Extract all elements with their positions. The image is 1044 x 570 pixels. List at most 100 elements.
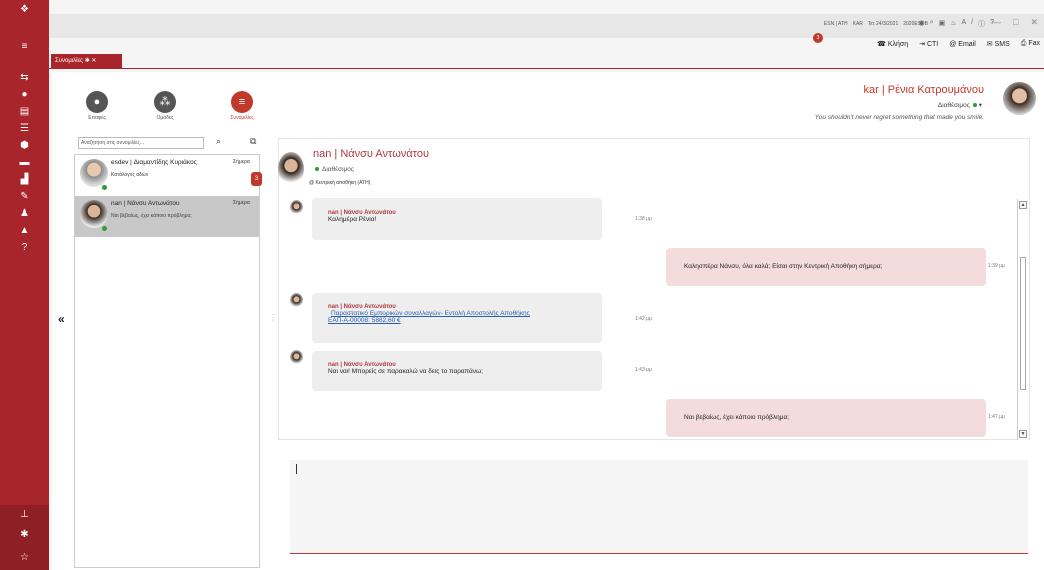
message-bubble: Ναι βεβαίως, έχει κάποιο πρόβλημα; (666, 399, 986, 437)
people-icon[interactable]: ♟ (0, 206, 49, 222)
session-info: ESN | ATH KAR Τετ 24/3/2021 2020ESDB (824, 21, 928, 27)
message-text: Ναι ναι! Μπορείς σε παρακαλώ να δεις το … (328, 368, 483, 375)
eye-icon[interactable]: ◉ (919, 19, 925, 29)
message-text: Καλημέρα Ρένια! (328, 216, 377, 223)
unread-badge: 3 (251, 172, 262, 186)
user-code: KAR (852, 21, 863, 27)
message-time: 1:38 μμ (635, 216, 652, 222)
cti-label: CTI (926, 41, 939, 48)
message-input[interactable] (290, 460, 1028, 554)
avatar (80, 159, 108, 187)
document-link[interactable]: Παραστατικό Εμπορικών συναλλαγών- Εντολή… (331, 310, 602, 317)
conversations-toggle[interactable]: ≡ Συνομιλίες (222, 91, 262, 121)
current-user-status[interactable]: Διαθέσιμος ▾ (938, 101, 982, 109)
tab-close-icon[interactable]: ✕ (91, 58, 96, 64)
top-bar: ESN | ATH KAR Τετ 24/3/2021 2020ESDB ◉ ⌕… (49, 14, 1044, 38)
chat-contact-status: Διαθέσιμος (315, 166, 354, 173)
current-user-name: kar | Ρένια Κατρουμάνου (863, 84, 984, 96)
cti-button[interactable]: ⇥ CTI (919, 40, 938, 48)
scroll-down-icon[interactable]: ▼ (1019, 430, 1027, 438)
scroll-up-icon[interactable]: ▲ (1019, 201, 1027, 209)
new-chat-icon[interactable]: ⧉ (250, 136, 256, 147)
chat-icon: ≡ (231, 91, 253, 113)
call-button[interactable]: ☎ Κλήση (877, 40, 908, 48)
edit-icon[interactable]: ✎ (0, 189, 49, 205)
message-avatar (290, 200, 303, 215)
call-label: Κλήση (887, 41, 909, 48)
maximize-icon[interactable]: □ (1013, 17, 1018, 28)
contact-icon: ● (86, 91, 108, 113)
app-logo-icon: ❖ (20, 4, 29, 15)
chat-scrollbar[interactable]: ▲ ▼ (1017, 199, 1028, 440)
collapse-panel-icon[interactable]: « (58, 312, 65, 326)
action-bar: ☎ Κλήση ⇥ CTI @ Email ✉ SMS ⎙ Fax (877, 38, 1044, 50)
message-text: Ναι βεβαίως, έχει κάποιο πρόβλημα; (684, 414, 790, 421)
message-bubble: nan | Νάνσυ Αντωνάτου Παραστατικό Εμπορι… (312, 293, 602, 343)
box-icon[interactable]: ⬢ (0, 138, 49, 154)
truck-icon[interactable]: ▬ (0, 155, 49, 171)
document-icon[interactable]: ▤ (0, 104, 49, 120)
fire-icon[interactable]: ♨ (950, 19, 956, 29)
online-indicator (102, 226, 107, 231)
stack-icon[interactable]: ☰ (0, 121, 49, 137)
handshake-icon[interactable]: ⇆ (0, 70, 49, 86)
conversation-item[interactable]: esdev | Διαμαντίδης Κυριάκος Κατάλογος α… (75, 155, 262, 196)
tab-conversations[interactable]: Συνομιλίες ✱ ✕ (51, 54, 122, 68)
org-tree-icon[interactable]: ⊥ (0, 505, 49, 525)
user-avatar[interactable] (1003, 82, 1036, 115)
contacts-toggle[interactable]: ● Επαφές (77, 91, 117, 121)
chat-contact-location: @ Κεντρική αποθήκη (ΑΤΗ) (309, 180, 371, 186)
tab-strip: Συνομιλίες ✱ ✕ (49, 50, 1044, 69)
email-button[interactable]: @ Email (949, 41, 976, 48)
font-icon[interactable]: A (961, 19, 966, 29)
chat-contact-name: nan | Νάνσυ Αντωνάτου (313, 148, 429, 160)
message-bubble: nan | Νάνσυ Αντωνάτου Ναι ναι! Μπορείς σ… (312, 351, 602, 391)
email-label: Email (958, 40, 976, 48)
sms-button[interactable]: ✉ SMS (987, 40, 1010, 48)
conversation-time: Σήμερα (233, 159, 250, 165)
search-input[interactable]: Αναζήτηση στις συνομιλίες... (78, 137, 204, 149)
search-icon[interactable]: ⌕ (216, 136, 221, 147)
pin-icon[interactable]: ✱ (85, 58, 90, 64)
message-text: Καλησπέρα Νάνσυ, όλα καλά; Είσαι στην Κε… (684, 263, 883, 270)
search-icon[interactable]: ⌕ (930, 19, 934, 29)
groups-label: Ομάδες (156, 115, 174, 121)
splitter-handle[interactable]: ⋮ (269, 313, 277, 322)
message-time: 1:43 μμ (635, 367, 652, 373)
camera-icon[interactable]: ▣ (939, 19, 946, 29)
group-icon: ⁂ (154, 91, 176, 113)
message-bubble: Καλησπέρα Νάνσυ, όλα καλά; Είσαι στην Κε… (666, 248, 986, 286)
settings-icon[interactable]: ✱ (0, 525, 49, 545)
company-info: ESN | ATH (823, 21, 848, 27)
menu-icon[interactable]: ≡ (0, 39, 49, 55)
nav-rail: ❖ ≡ ⇆ ● ▤ ☰ ⬢ ▬ ▟ ✎ ♟ ▲ ? ⊥ ✱ ☆ (0, 0, 49, 570)
globe-icon[interactable]: ● (0, 87, 49, 103)
scroll-thumb[interactable] (1020, 257, 1026, 390)
avatar (80, 200, 108, 228)
help-icon[interactable]: ? (0, 240, 49, 256)
online-indicator (972, 103, 977, 107)
info-icon[interactable]: ⓘ (978, 19, 985, 29)
favorites-icon[interactable]: ☆ (0, 545, 49, 570)
notification-badge[interactable]: 3 (813, 33, 823, 43)
conversation-name: nan | Νάνσυ Αντωνάτου (111, 200, 180, 207)
date-info: Τετ 24/3/2021 (867, 21, 899, 27)
message-avatar (290, 350, 303, 365)
document-link[interactable]: ΕΑΠ-Α-00008: 5882,60 € (328, 317, 602, 324)
minimize-icon[interactable]: — (992, 17, 1001, 28)
conversation-preview: Κατάλογος αδών (111, 172, 149, 178)
pen-icon[interactable]: / (971, 19, 973, 29)
conversation-item[interactable]: nan | Νάνσυ Αντωνάτου Ναι βεβαίως, έχει … (75, 196, 259, 237)
online-indicator (315, 167, 319, 171)
fax-button[interactable]: ⎙ Fax (1021, 40, 1040, 48)
line-chart-icon[interactable]: ▲ (0, 223, 49, 239)
tab-label: Συνομιλίες (55, 58, 84, 64)
close-icon[interactable]: ✕ (1030, 17, 1038, 28)
fax-label: Fax (1028, 40, 1040, 47)
user-status-label: Διαθέσιμος (937, 102, 970, 109)
online-indicator (102, 185, 107, 190)
chart-bar-icon[interactable]: ▟ (0, 172, 49, 188)
groups-toggle[interactable]: ⁂ Ομάδες (145, 91, 185, 121)
message-time: 1:42 μμ (635, 316, 652, 322)
conversation-preview: Ναι βεβαίως, έχει κάποιο πρόβλημα; (111, 213, 192, 219)
